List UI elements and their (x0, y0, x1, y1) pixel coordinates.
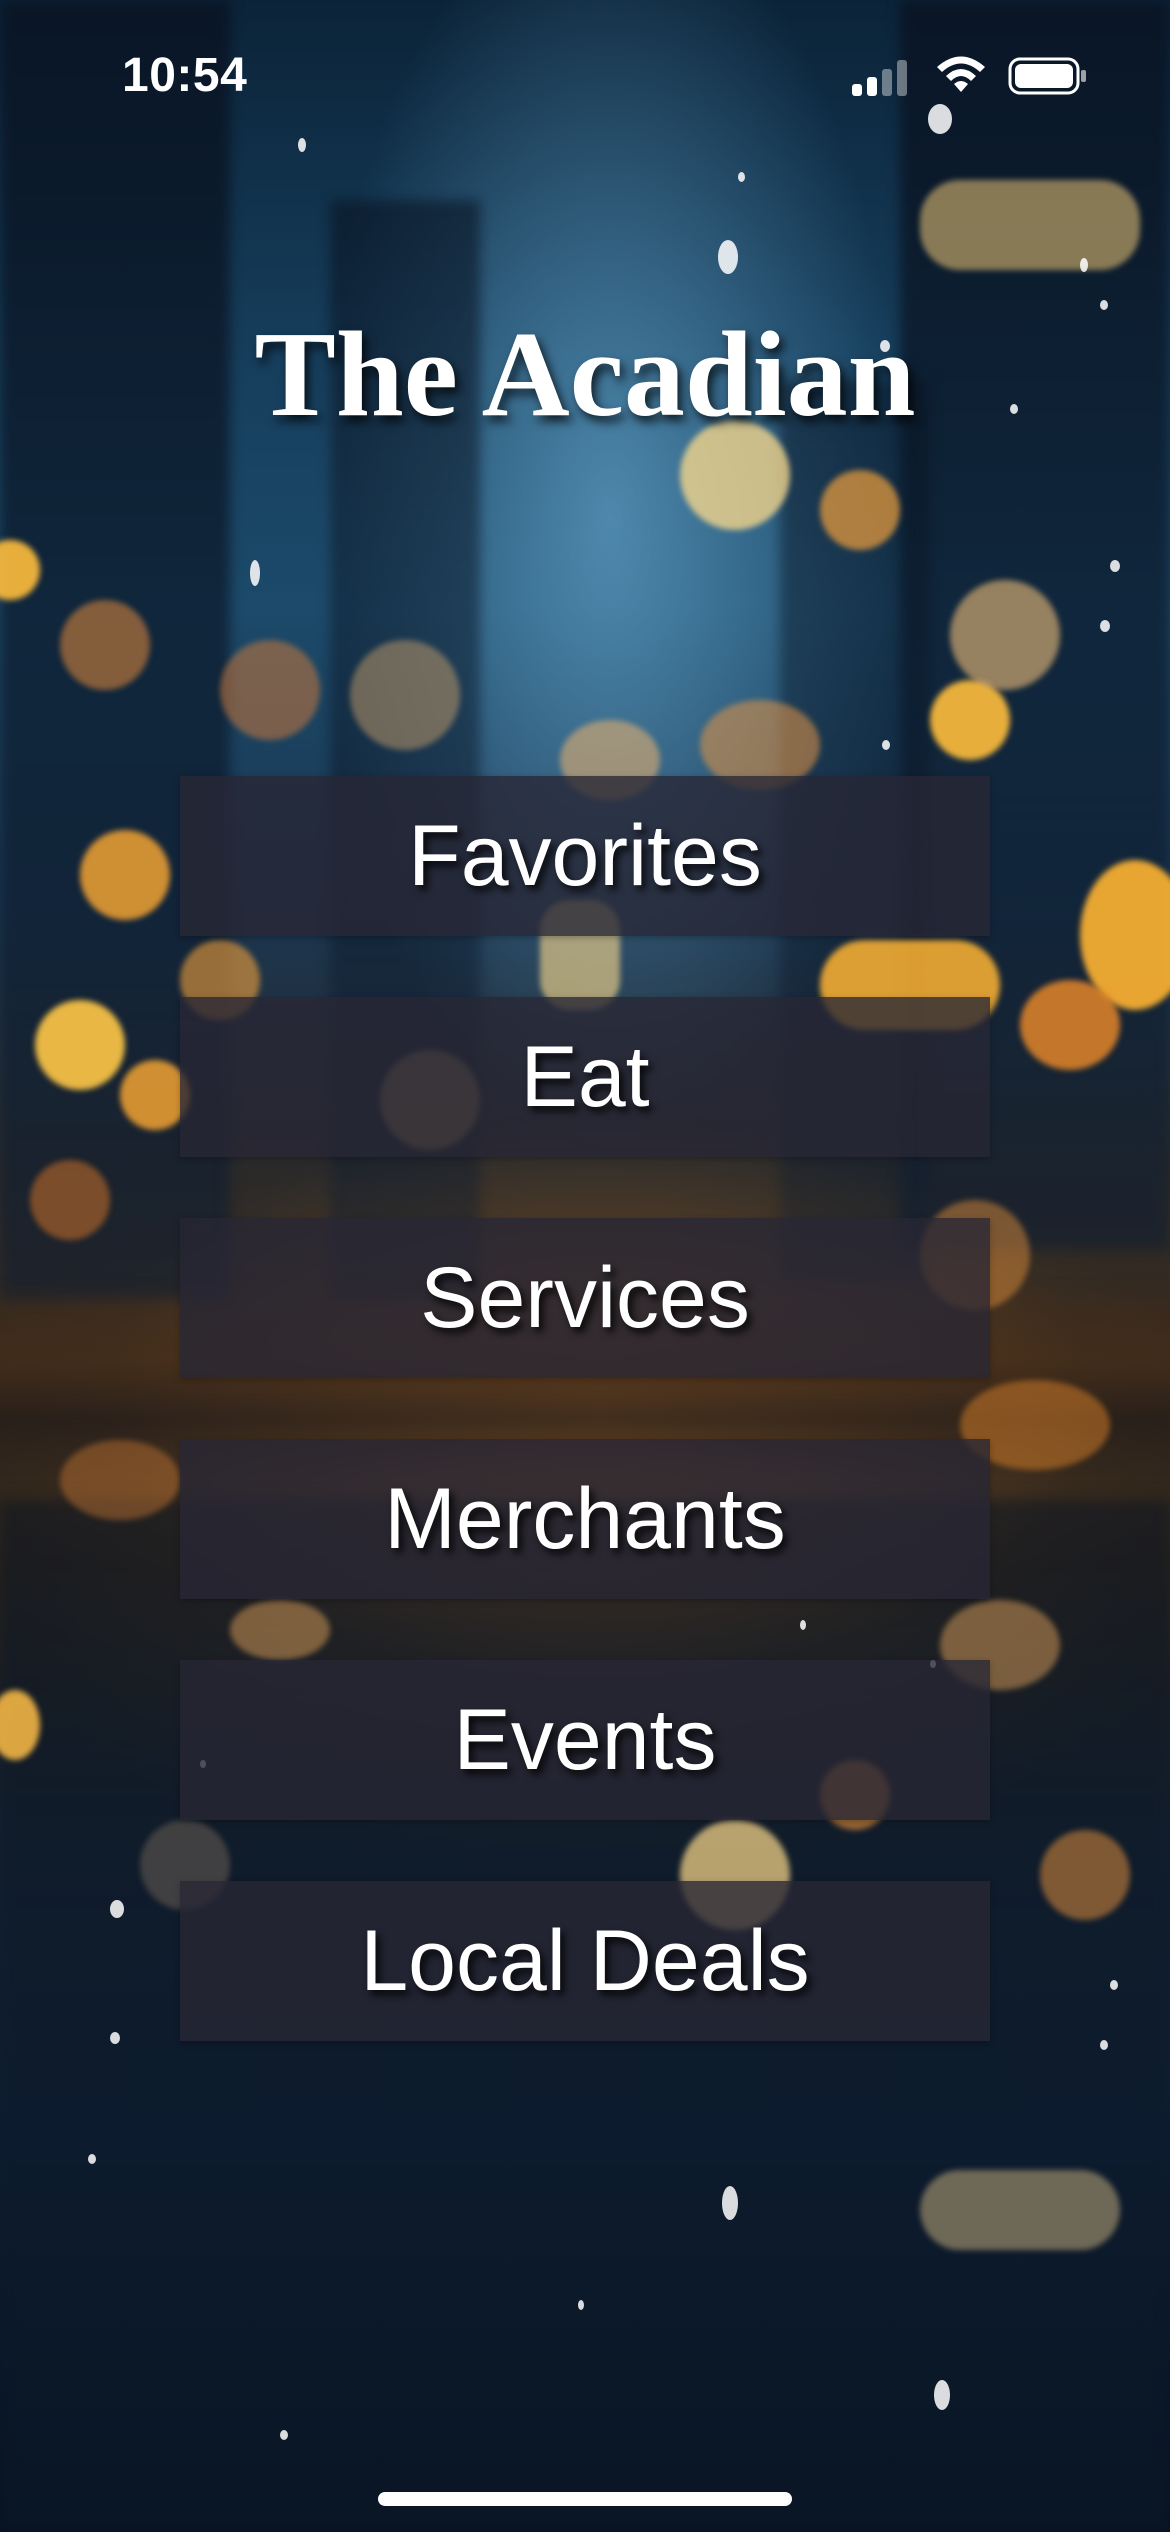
menu-button-events[interactable]: Events (180, 1660, 990, 1820)
menu-button-eat[interactable]: Eat (180, 997, 990, 1157)
menu-button-label: Local Deals (360, 1912, 810, 2009)
status-time: 10:54 (122, 49, 248, 102)
menu-button-merchants[interactable]: Merchants (180, 1439, 990, 1599)
app-title: The Acadian (254, 307, 916, 442)
status-bar: 10:54 (0, 0, 1170, 150)
menu-button-label: Favorites (408, 807, 762, 904)
cellular-signal-icon (852, 60, 914, 96)
menu-button-local-deals[interactable]: Local Deals (180, 1881, 990, 2041)
menu-button-label: Eat (520, 1028, 650, 1125)
menu-button-label: Services (420, 1249, 750, 1346)
menu-button-label: Merchants (384, 1470, 786, 1567)
battery-icon (1008, 57, 1086, 95)
wifi-icon (937, 56, 985, 92)
menu-button-label: Events (453, 1691, 717, 1788)
menu-button-services[interactable]: Services (180, 1218, 990, 1378)
menu-button-favorites[interactable]: Favorites (180, 776, 990, 936)
home-indicator[interactable] (378, 2492, 792, 2506)
